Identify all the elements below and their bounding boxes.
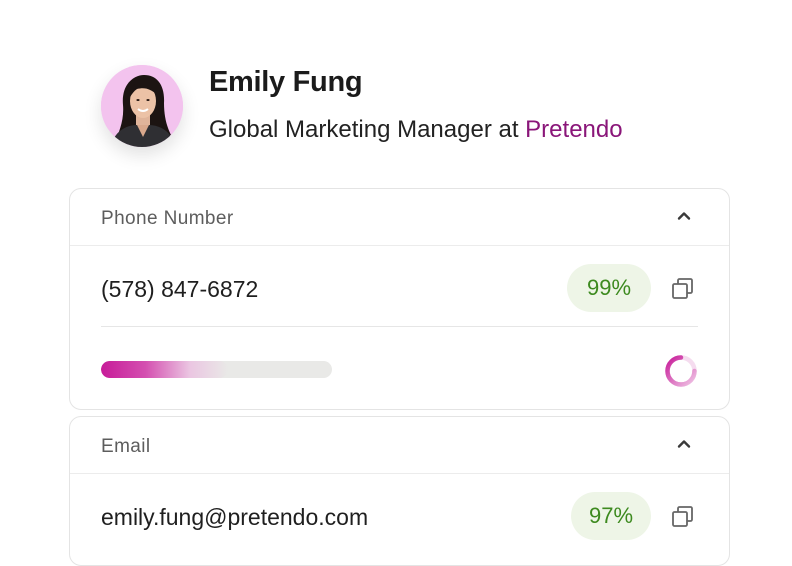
profile-header: Emily Fung Global Marketing Manager at P… — [0, 0, 792, 170]
phone-number-card: Phone Number (578) 847-6872 99% — [69, 188, 730, 410]
phone-progress-fill — [101, 361, 229, 378]
phone-number-value[interactable]: (578) 847-6872 — [101, 276, 258, 303]
email-card: Email emily.fung@pretendo.com 97% — [69, 416, 730, 566]
company-link[interactable]: Pretendo — [525, 116, 622, 143]
email-card-header[interactable]: Email — [70, 417, 729, 474]
copy-icon[interactable] — [670, 504, 696, 530]
email-confidence-badge: 97% — [571, 492, 651, 540]
phone-divider — [101, 326, 698, 327]
phone-card-label: Phone Number — [101, 208, 234, 229]
phone-progress-bar — [101, 361, 332, 378]
profile-name: Emily Fung — [209, 66, 363, 98]
email-value[interactable]: emily.fung@pretendo.com — [101, 504, 368, 531]
job-title: Global Marketing Manager at — [209, 116, 526, 143]
chevron-up-icon[interactable] — [675, 435, 693, 453]
avatar — [101, 65, 183, 147]
chevron-up-icon[interactable] — [675, 207, 693, 225]
email-value-row: emily.fung@pretendo.com 97% — [70, 474, 729, 558]
email-card-label: Email — [101, 436, 151, 457]
profile-title: Global Marketing Manager at Pretendo — [209, 116, 623, 144]
copy-icon[interactable] — [670, 276, 696, 302]
spinner-icon — [663, 353, 699, 389]
phone-value-row: (578) 847-6872 99% — [70, 246, 729, 330]
phone-confidence-badge: 99% — [567, 264, 651, 312]
phone-card-header[interactable]: Phone Number — [70, 189, 729, 246]
